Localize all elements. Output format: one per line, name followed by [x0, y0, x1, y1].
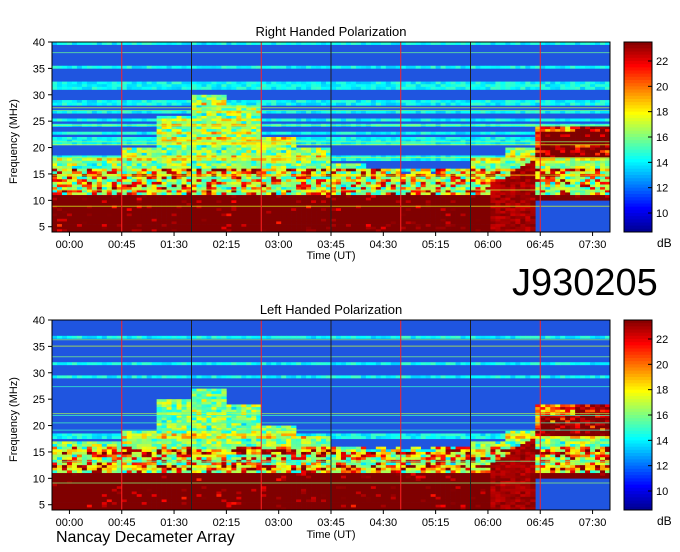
x-tick-label: 00:00 — [56, 517, 84, 529]
y-tick-label: 30 — [33, 368, 45, 380]
x-tick-label: 01:30 — [160, 239, 188, 251]
x-tick-label: 00:00 — [56, 239, 84, 251]
colorbar-tick-label: 12 — [656, 461, 668, 473]
colorbar-tick-label: 16 — [656, 132, 668, 144]
colorbar — [623, 319, 653, 511]
colorbar-tick-label: 18 — [656, 107, 668, 119]
colorbar — [623, 41, 653, 233]
x-tick-label: 05:15 — [422, 239, 450, 251]
x-tick-label: 01:30 — [160, 517, 188, 529]
x-tick-label: 06:00 — [474, 239, 502, 251]
colorbar-tick-label: 12 — [656, 183, 668, 195]
x-tick-label: 02:15 — [213, 239, 241, 251]
colorbar-tick-label: 20 — [656, 359, 668, 371]
y-tick-label: 20 — [33, 143, 45, 155]
colorbar-tick-label: 22 — [656, 56, 668, 68]
x-tick-label: 03:45 — [317, 517, 345, 529]
right-polarization-spectrogram: 5 10 15 20 25 30 35 40 00:00 00:45 01:30 02:15 03:00… — [33, 37, 669, 251]
y-tick-label: 10 — [33, 473, 45, 485]
y-tick-label: 25 — [33, 116, 45, 128]
x-tick-label: 05:15 — [422, 517, 450, 529]
y-tick-label: 20 — [33, 421, 45, 433]
x-tick-label: 07:30 — [579, 517, 607, 529]
colorbar-tick-label: 22 — [656, 334, 668, 346]
colorbar-tick-label: 14 — [656, 157, 668, 169]
x-tick-label: 03:00 — [265, 517, 293, 529]
colorbar-tick-label: 10 — [656, 208, 668, 220]
x-tick-label: 03:45 — [317, 239, 345, 251]
x-tick-label: 06:45 — [526, 239, 554, 251]
colorbar-tick-label: 18 — [656, 385, 668, 397]
x-tick-label: 04:30 — [370, 517, 398, 529]
x-tick-label: 00:45 — [108, 239, 136, 251]
colorbar-tick-label: 16 — [656, 410, 668, 422]
y-tick-label: 10 — [33, 195, 45, 207]
left-polarization-spectrogram: 5 10 15 20 25 30 35 40 00:00 00:45 01:30 02:15 03:00… — [33, 315, 669, 529]
y-tick-label: 5 — [39, 500, 45, 512]
y-tick-label: 25 — [33, 394, 45, 406]
x-tick-label: 02:15 — [213, 517, 241, 529]
x-tick-label: 07:30 — [579, 239, 607, 251]
y-tick-label: 40 — [33, 37, 45, 49]
x-tick-label: 04:30 — [370, 239, 398, 251]
y-tick-label: 35 — [33, 341, 45, 353]
y-tick-label: 15 — [33, 447, 45, 459]
y-tick-label: 35 — [33, 63, 45, 75]
y-tick-label: 5 — [39, 222, 45, 234]
x-tick-label: 03:00 — [265, 239, 293, 251]
x-tick-label: 06:00 — [474, 517, 502, 529]
colorbar-tick-label: 10 — [656, 486, 668, 498]
y-tick-label: 15 — [33, 169, 45, 181]
y-tick-label: 40 — [33, 315, 45, 327]
instrument-credit: Nancay Decameter Array — [56, 529, 235, 546]
x-tick-label: 06:45 — [526, 517, 554, 529]
colorbar-tick-label: 20 — [656, 81, 668, 93]
colorbar-tick-label: 14 — [656, 435, 668, 447]
y-tick-label: 30 — [33, 90, 45, 102]
x-tick-label: 00:45 — [108, 517, 136, 529]
